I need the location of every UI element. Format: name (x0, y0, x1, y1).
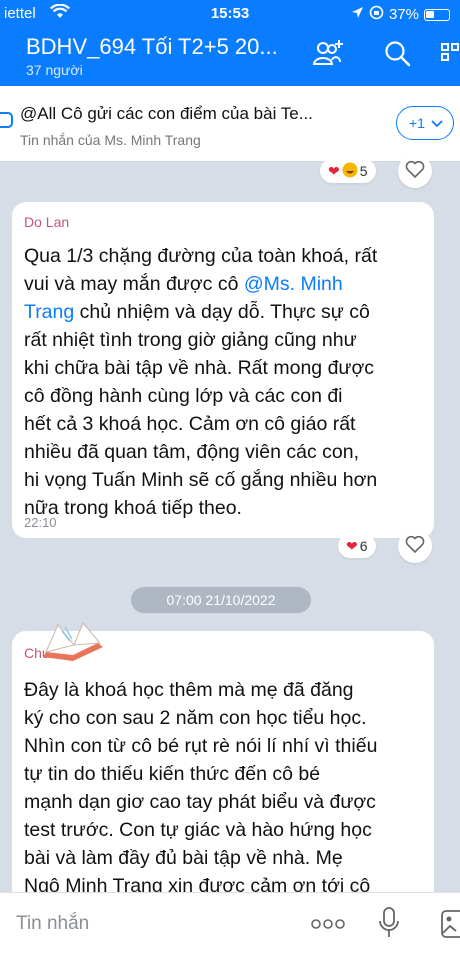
message-text-segment: tự tin do thiếu kiến thức đến cô bé (24, 763, 321, 785)
book-sticker-icon (38, 617, 108, 672)
pinned-message[interactable]: @All Cô gửi các con điểm của bài Te... T… (0, 86, 460, 162)
location-icon (351, 6, 364, 23)
message-text-segment: nhiều đã quan tâm, động viên các con, (24, 441, 359, 463)
message-text-segment: nữa trong khoá tiếp theo. (24, 497, 242, 519)
message-line: vui và may mắn được cô @Ms. Minh (24, 270, 377, 298)
message-input[interactable]: Tin nhắn (16, 913, 89, 935)
header-bar: iettel 15:53 37% BDHV_694 Tối T2+5 20...… (0, 0, 460, 86)
message-line: hết cả 3 khoá học. Cảm ơn cô giáo rất (24, 410, 377, 438)
message-line: tự tin do thiếu kiến thức đến cô bé (24, 760, 377, 788)
member-count: 37 người (26, 62, 83, 78)
message-text-segment: hết cả 3 khoá học. Cảm ơn cô giáo rất (24, 413, 356, 435)
message-bubble[interactable]: Chu Đây là khoá học thêm mà mẹ đã đăng ký… (12, 631, 434, 925)
chat-title[interactable]: BDHV_694 Tối T2+5 20... (26, 34, 278, 60)
mention-link[interactable]: @Ms. Minh (244, 273, 343, 295)
pinned-text: @All Cô gửi các con điểm của bài Te... (20, 104, 313, 123)
message-text-segment: Nhìn con từ cô bé rụt rè nói lí nhí vì t… (24, 735, 378, 757)
message-line: Đây là khoá học thêm mà mẹ đã đăng (24, 676, 377, 704)
message-text-segment: Qua 1/3 chặng đường của toàn khoá, rất (24, 245, 378, 267)
message-line: ký cho con sau 2 năm con học tiểu học. (24, 704, 377, 732)
message-text-segment: cô đồng hành cùng lớp và các con đi (24, 385, 343, 407)
heart-icon: ❤ (328, 162, 340, 179)
message-line: nhiều đã quan tâm, động viên các con, (24, 438, 377, 466)
heart-outline-icon (405, 535, 425, 558)
date-separator: 07:00 21/10/2022 (131, 587, 311, 613)
message-line: cô đồng hành cùng lớp và các con đi (24, 382, 377, 410)
battery-icon (424, 8, 450, 21)
message-text-segment: khi chữa bài tập về nhà. Rất mong được (24, 357, 375, 379)
message-text-segment: test trước. Con tự giác và hào hứng học (24, 819, 372, 841)
laugh-icon (342, 162, 358, 181)
reaction-count: 6 (359, 538, 368, 554)
message-line: hi vọng Tuấn Minh sẽ cố gắng nhiều hơn (24, 466, 377, 494)
battery-percent: 37% (388, 6, 419, 23)
message-line: Qua 1/3 chặng đường của toàn khoá, rất (24, 242, 377, 270)
like-button[interactable] (398, 529, 432, 563)
chat-bubble-icon (0, 110, 14, 137)
message-time: 22:10 (24, 515, 57, 530)
message-text-segment: rất nhiệt tình trong giờ giảng cũng như (24, 329, 357, 351)
orientation-lock-icon (369, 5, 384, 24)
reaction-count: 5 (359, 163, 368, 179)
message-line: khi chữa bài tập về nhà. Rất mong được (24, 354, 377, 382)
mention-link[interactable]: Trang (24, 301, 74, 323)
message-text-segment: ký cho con sau 2 năm con học tiểu học. (24, 707, 367, 729)
like-button[interactable] (398, 154, 432, 188)
message-text-segment: hi vọng Tuấn Minh sẽ cố gắng nhiều hơn (24, 469, 378, 491)
message-text-segment: mạnh dạn giơ cao tay phát biểu và được (24, 791, 376, 813)
message-line: test trước. Con tự giác và hào hứng học (24, 816, 377, 844)
sender-name: Do Lan (24, 214, 70, 230)
microphone-icon[interactable] (378, 907, 400, 944)
message-input-bar: Tin nhắn (0, 892, 460, 955)
add-member-icon[interactable] (312, 38, 343, 68)
message-line: Trang chủ nhiệm và dạy dỗ. Thực sự cô (24, 298, 377, 326)
menu-icon[interactable] (440, 38, 460, 68)
chevron-down-icon (431, 115, 443, 131)
reaction-summary[interactable]: ❤ 6 (338, 534, 376, 558)
message-text-segment: vui và may mắn được cô (24, 273, 244, 295)
pinned-subtext: Tin nhắn của Ms. Minh Trang (20, 132, 201, 148)
heart-outline-icon (405, 160, 425, 183)
status-bar: iettel 15:53 37% (0, 0, 460, 28)
message-text-segment: bài và làm đầy đủ bài tập về nhà. Mẹ (24, 847, 343, 869)
image-icon[interactable] (440, 909, 460, 944)
more-icon[interactable] (310, 917, 346, 936)
message-line: mạnh dạn giơ cao tay phát biểu và được (24, 788, 377, 816)
message-bubble[interactable]: Do Lan Qua 1/3 chặng đường của toàn khoá… (12, 202, 434, 538)
message-text-segment: Đây là khoá học thêm mà mẹ đã đăng (24, 679, 354, 701)
message-line: nữa trong khoá tiếp theo. (24, 494, 377, 522)
pinned-more-label: +1 (409, 115, 425, 131)
message-line: rất nhiệt tình trong giờ giảng cũng như (24, 326, 377, 354)
reaction-summary[interactable]: ❤ 5 (320, 159, 376, 183)
pinned-more-button[interactable]: +1 (396, 106, 454, 140)
message-text-segment: chủ nhiệm và dạy dỗ. Thực sự cô (74, 301, 370, 323)
heart-icon: ❤ (346, 537, 358, 554)
message-line: Nhìn con từ cô bé rụt rè nói lí nhí vì t… (24, 732, 377, 760)
search-icon[interactable] (382, 38, 412, 68)
message-line: bài và làm đầy đủ bài tập về nhà. Mẹ (24, 844, 377, 872)
message-text: Qua 1/3 chặng đường của toàn khoá, rất vu… (24, 242, 377, 522)
message-text: Đây là khoá học thêm mà mẹ đã đăng ký cho… (24, 676, 377, 928)
